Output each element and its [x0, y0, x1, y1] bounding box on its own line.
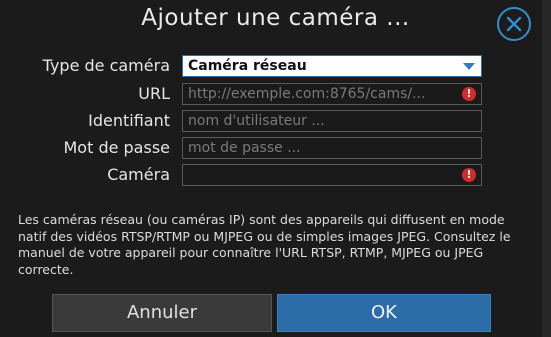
close-icon — [506, 16, 522, 32]
ok-button[interactable]: OK — [277, 294, 491, 332]
camera-select[interactable]: ! — [182, 164, 482, 186]
url-label: URL — [138, 84, 170, 103]
error-icon: ! — [462, 168, 476, 182]
password-row: Mot de passe mot de passe ... — [0, 137, 551, 159]
url-row: URL http://exemple.com:8765/cams/... ! — [0, 83, 551, 105]
add-camera-dialog: Ajouter une caméra ... Type de caméra Ca… — [0, 0, 551, 337]
username-label: Identifiant — [88, 111, 170, 130]
camera-label: Caméra — [107, 165, 170, 184]
description-text: Les caméras réseau (ou caméras IP) sont … — [18, 212, 511, 277]
camera-type-row: Type de caméra Caméra réseau — [0, 55, 551, 77]
camera-row: Caméra ! — [0, 164, 551, 186]
url-placeholder: http://exemple.com:8765/cams/... — [188, 86, 426, 102]
chevron-down-icon — [463, 63, 475, 70]
cancel-button[interactable]: Annuler — [52, 294, 272, 332]
camera-type-select[interactable]: Caméra réseau — [182, 55, 482, 77]
username-placeholder: nom d'utilisateur ... — [188, 113, 325, 129]
password-placeholder: mot de passe ... — [188, 140, 301, 156]
close-button[interactable] — [497, 7, 531, 41]
password-input[interactable]: mot de passe ... — [182, 137, 482, 159]
username-row: Identifiant nom d'utilisateur ... — [0, 110, 551, 132]
url-input[interactable]: http://exemple.com:8765/cams/... ! — [182, 83, 482, 105]
camera-type-value: Caméra réseau — [188, 58, 307, 74]
camera-type-label: Type de caméra — [42, 56, 170, 75]
dialog-title: Ajouter une caméra ... — [141, 5, 410, 31]
error-icon: ! — [462, 87, 476, 101]
password-label: Mot de passe — [63, 138, 170, 157]
username-input[interactable]: nom d'utilisateur ... — [182, 110, 482, 132]
